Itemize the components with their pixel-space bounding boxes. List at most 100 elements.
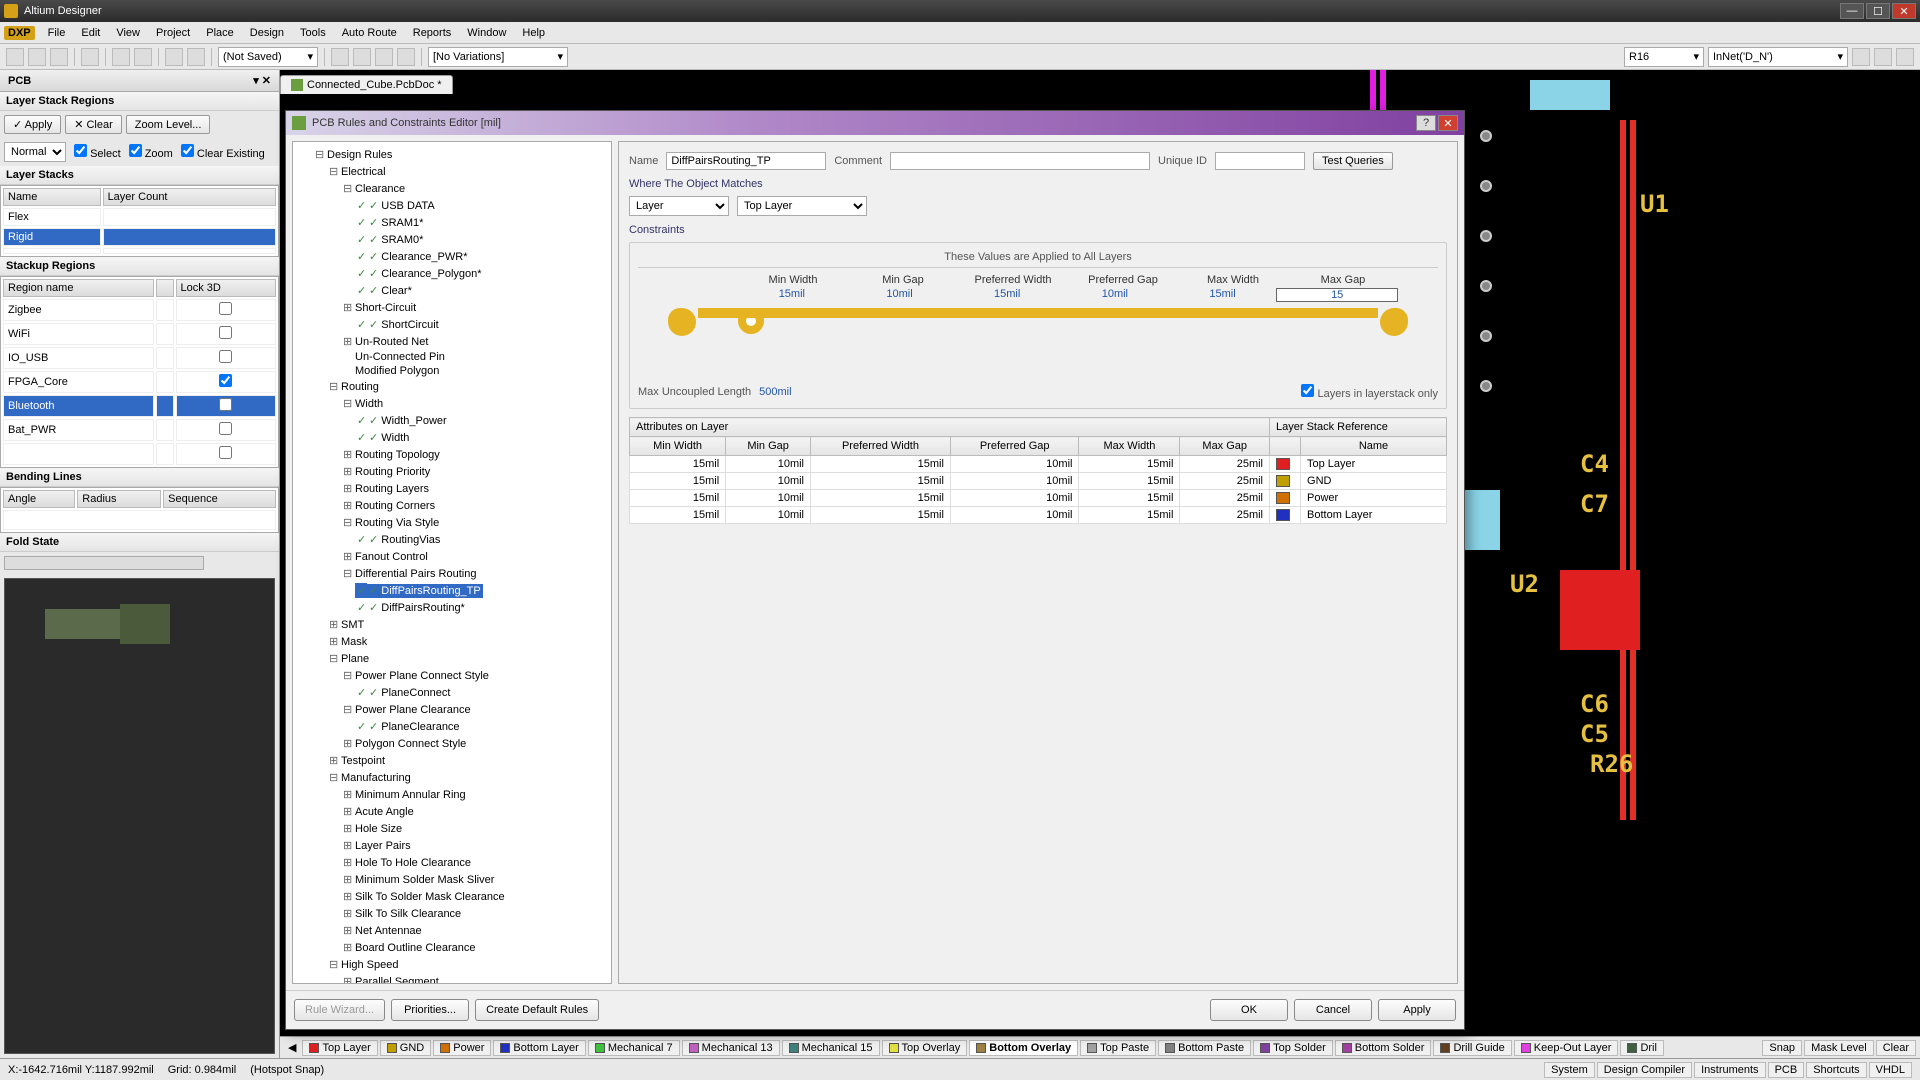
region-row[interactable]: Bluetooth bbox=[3, 395, 276, 417]
status-tab[interactable]: System bbox=[1544, 1062, 1595, 1078]
tree-node[interactable]: Clear* bbox=[313, 282, 607, 299]
tree-node[interactable]: ⊞Polygon Connect Style bbox=[313, 735, 607, 752]
status-tab[interactable]: VHDL bbox=[1869, 1062, 1912, 1078]
menu-view[interactable]: View bbox=[109, 25, 147, 41]
menu-design[interactable]: Design bbox=[243, 25, 291, 41]
layer-tab[interactable]: Bottom Overlay bbox=[969, 1040, 1078, 1056]
attr-row[interactable]: 15mil10mil15mil10mil15mil25milGND bbox=[630, 473, 1447, 490]
tree-node[interactable]: ⊟Design Rules bbox=[313, 146, 607, 163]
match-layer-select[interactable]: Top Layer bbox=[737, 196, 867, 216]
tree-node[interactable]: PlaneClearance bbox=[313, 718, 607, 735]
save-icon[interactable] bbox=[50, 48, 68, 66]
region-row[interactable]: FPGA_Core bbox=[3, 371, 276, 393]
menu-edit[interactable]: Edit bbox=[74, 25, 107, 41]
region-row[interactable]: Bat_PWR bbox=[3, 419, 276, 441]
constraint-value[interactable]: 15 bbox=[1276, 288, 1398, 302]
status-tab[interactable]: Shortcuts bbox=[1806, 1062, 1866, 1078]
tree-node[interactable]: PlaneConnect bbox=[313, 684, 607, 701]
tree-node[interactable]: ⊞Mask bbox=[313, 633, 607, 650]
apply-button[interactable]: ✓ Apply bbox=[4, 115, 61, 134]
dxp-menu[interactable]: DXP bbox=[4, 26, 35, 40]
layer-tab[interactable]: Top Solder bbox=[1253, 1040, 1333, 1056]
tree-node[interactable]: ⊟Manufacturing bbox=[313, 769, 607, 786]
tree-node[interactable]: DiffPairsRouting_TP bbox=[313, 582, 607, 599]
tree-node[interactable]: ⊟Plane bbox=[313, 650, 607, 667]
tree-node[interactable]: ⊞Routing Priority bbox=[313, 463, 607, 480]
tree-node[interactable]: ⊞Acute Angle bbox=[313, 803, 607, 820]
layer-tab[interactable]: Bottom Solder bbox=[1335, 1040, 1432, 1056]
tree-node[interactable]: ⊟Routing bbox=[313, 378, 607, 395]
region-row[interactable]: WiFi bbox=[3, 323, 276, 345]
clear-button[interactable]: ✕ Clear bbox=[65, 115, 122, 134]
zoom-level-button[interactable]: Zoom Level... bbox=[126, 115, 211, 134]
status-tab[interactable]: PCB bbox=[1768, 1062, 1805, 1078]
tree-node[interactable]: Modified Polygon bbox=[313, 364, 607, 378]
minimize-button[interactable]: — bbox=[1840, 3, 1864, 19]
tool-icon[interactable] bbox=[375, 48, 393, 66]
regions-table[interactable]: Region nameLock 3D ZigbeeWiFiIO_USBFPGA_… bbox=[0, 276, 279, 468]
tree-node[interactable]: ⊞Routing Layers bbox=[313, 480, 607, 497]
layer-tab[interactable]: Dril bbox=[1620, 1040, 1664, 1056]
tree-node[interactable]: ⊟Power Plane Connect Style bbox=[313, 667, 607, 684]
ok-button[interactable]: OK bbox=[1210, 999, 1288, 1021]
panel-tab-pcb[interactable]: PCB▾ ✕ bbox=[0, 70, 279, 92]
print-icon[interactable] bbox=[81, 48, 99, 66]
tree-node[interactable]: ⊞Hole Size bbox=[313, 820, 607, 837]
menu-window[interactable]: Window bbox=[460, 25, 513, 41]
tree-node[interactable]: ⊞Net Antennae bbox=[313, 922, 607, 939]
tree-node[interactable]: Un-Connected Pin bbox=[313, 350, 607, 364]
tool-icon[interactable] bbox=[397, 48, 415, 66]
constraint-value[interactable]: 15mil bbox=[738, 288, 846, 302]
stack-row[interactable]: Flex bbox=[3, 208, 276, 226]
menu-project[interactable]: Project bbox=[149, 25, 197, 41]
variation-select[interactable]: [No Variations]▾ bbox=[428, 47, 568, 67]
match-type-select[interactable]: Layer bbox=[629, 196, 729, 216]
constraint-value[interactable]: 10mil bbox=[1061, 288, 1169, 302]
tree-node[interactable]: Width bbox=[313, 429, 607, 446]
tree-node[interactable]: ⊞Minimum Annular Ring bbox=[313, 786, 607, 803]
max-uncoupled-value[interactable]: 500mil bbox=[759, 386, 791, 398]
rules-tree[interactable]: ⊟Design Rules⊟Electrical⊟ClearanceUSB DA… bbox=[292, 141, 612, 984]
tree-node[interactable]: Clearance_PWR* bbox=[313, 248, 607, 265]
uid-input[interactable] bbox=[1215, 152, 1305, 170]
layer-extra-button[interactable]: Mask Level bbox=[1804, 1040, 1874, 1056]
menu-file[interactable]: File bbox=[41, 25, 73, 41]
tree-node[interactable]: ⊟Clearance bbox=[313, 180, 607, 197]
tree-node[interactable]: ⊟Width bbox=[313, 395, 607, 412]
menu-autoroute[interactable]: Auto Route bbox=[335, 25, 404, 41]
tree-node[interactable]: ShortCircuit bbox=[313, 316, 607, 333]
layer-stacks-table[interactable]: NameLayer Count FlexRigid bbox=[0, 185, 279, 257]
tree-node[interactable]: ⊞Minimum Solder Mask Sliver bbox=[313, 871, 607, 888]
stack-row[interactable] bbox=[3, 248, 276, 254]
layerstack-check[interactable]: Layers in layerstack only bbox=[1301, 384, 1438, 400]
tree-node[interactable]: ⊟Power Plane Clearance bbox=[313, 701, 607, 718]
layer-tab[interactable]: Top Layer bbox=[302, 1040, 377, 1056]
tree-node[interactable]: RoutingVias bbox=[313, 531, 607, 548]
status-tab[interactable]: Design Compiler bbox=[1597, 1062, 1692, 1078]
fold-slider[interactable] bbox=[4, 556, 204, 570]
menu-help[interactable]: Help bbox=[515, 25, 552, 41]
layer-tab[interactable]: Keep-Out Layer bbox=[1514, 1040, 1619, 1056]
tree-node[interactable]: ⊞Silk To Solder Mask Clearance bbox=[313, 888, 607, 905]
menu-reports[interactable]: Reports bbox=[406, 25, 459, 41]
dialog-help-button[interactable]: ? bbox=[1416, 115, 1436, 131]
constraint-value[interactable]: 15mil bbox=[953, 288, 1061, 302]
cancel-button[interactable]: Cancel bbox=[1294, 999, 1372, 1021]
tree-node[interactable]: ⊞Short-Circuit bbox=[313, 299, 607, 316]
region-row[interactable]: IO_USB bbox=[3, 347, 276, 369]
constraint-value[interactable]: 15mil bbox=[1169, 288, 1277, 302]
mode-select[interactable]: Normal bbox=[4, 142, 66, 162]
help-icon[interactable] bbox=[1896, 48, 1914, 66]
tree-node[interactable]: ⊞Routing Topology bbox=[313, 446, 607, 463]
tree-node[interactable]: ⊞SMT bbox=[313, 616, 607, 633]
home-icon[interactable] bbox=[1852, 48, 1870, 66]
bending-table[interactable]: AngleRadiusSequence bbox=[0, 487, 279, 533]
layer-tab[interactable]: Mechanical 15 bbox=[782, 1040, 880, 1056]
tree-node[interactable]: ⊞Un-Routed Net bbox=[313, 333, 607, 350]
region-row[interactable]: Zigbee bbox=[3, 299, 276, 321]
tree-node[interactable]: ⊟Electrical bbox=[313, 163, 607, 180]
stack-row[interactable]: Rigid bbox=[3, 228, 276, 246]
test-queries-button[interactable]: Test Queries bbox=[1313, 152, 1393, 170]
preview-3d[interactable] bbox=[4, 578, 275, 1054]
profile-select[interactable]: (Not Saved)▾ bbox=[218, 47, 318, 67]
